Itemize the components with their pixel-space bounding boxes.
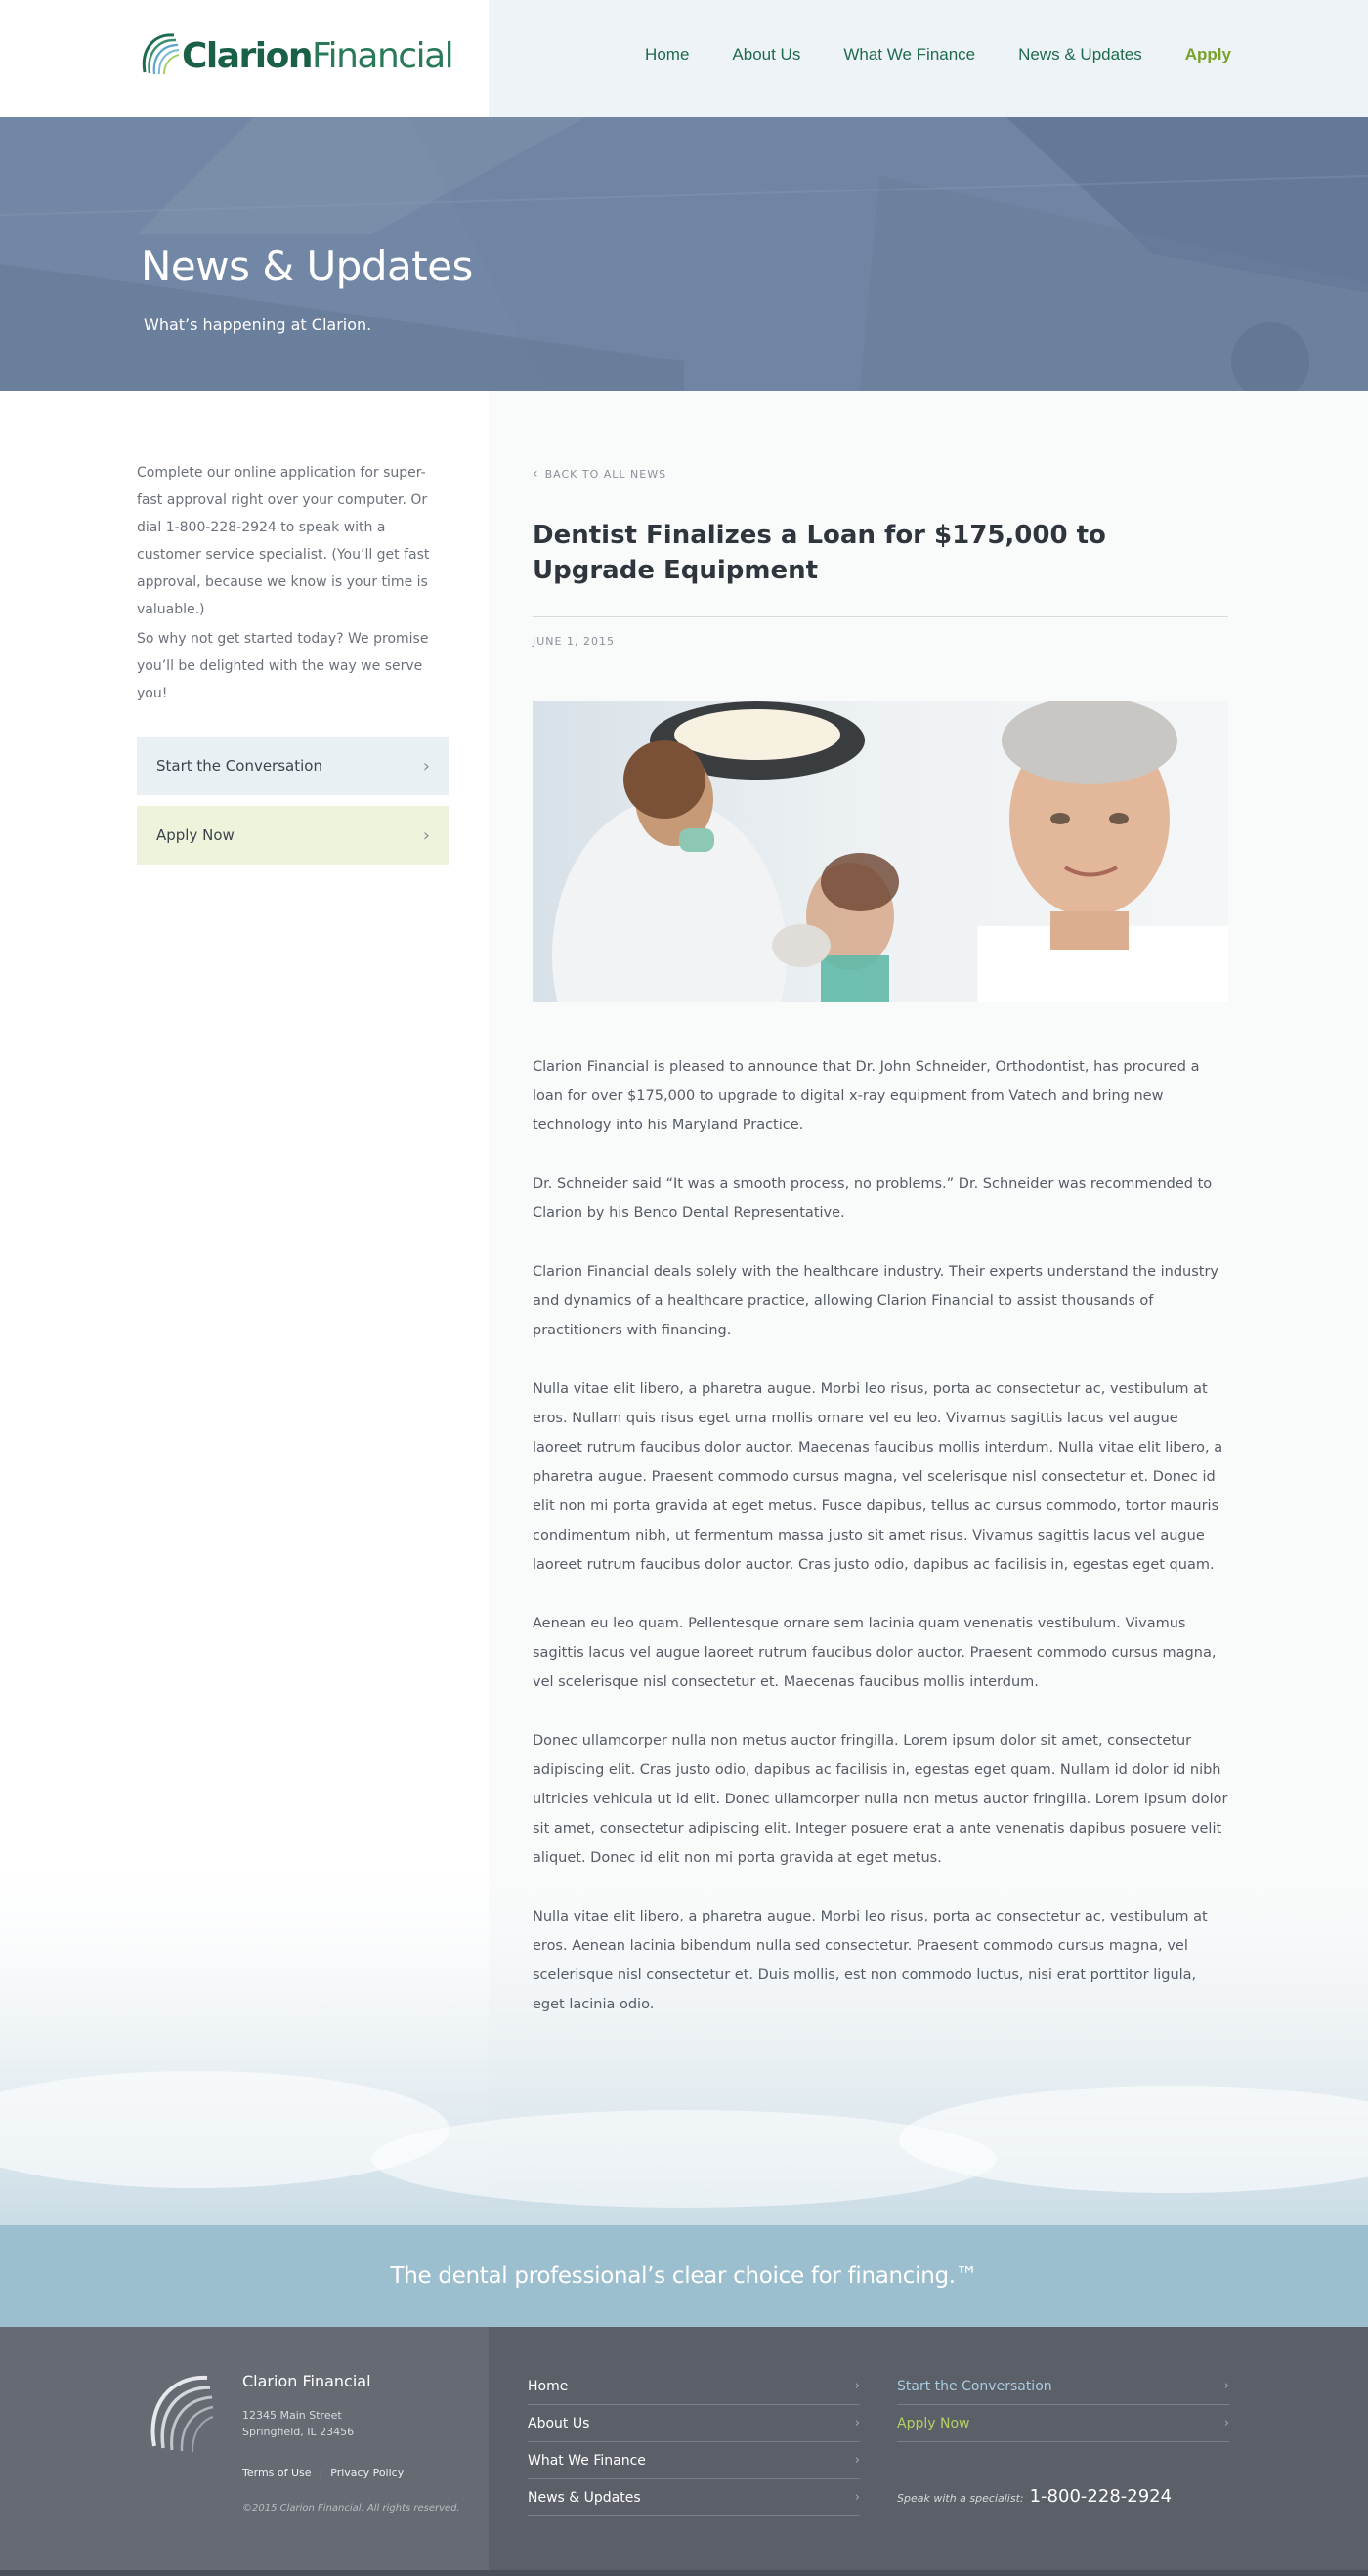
chevron-right-icon: › [422, 755, 430, 777]
article-paragraph: Donec ullamcorper nulla non metus auctor… [533, 1733, 1228, 1866]
footer-cta-label: Apply Now [897, 2415, 970, 2431]
main-nav: Home About Us What We Finance News & Upd… [645, 45, 1231, 64]
swoosh-logo-icon [142, 33, 180, 75]
footer-link-about-us[interactable]: About Us › [528, 2405, 860, 2442]
footer-link-label: About Us [528, 2415, 590, 2431]
footer-link-label: Home [528, 2378, 569, 2394]
chevron-right-icon: › [854, 2379, 860, 2393]
tagline-text: The dental professional’s clear choice f… [390, 2263, 978, 2289]
chevron-left-icon: ‹ [533, 466, 539, 482]
article-paragraph: Dr. Schneider said “It was a smooth proc… [533, 1176, 1213, 1221]
privacy-policy-link[interactable]: Privacy Policy [330, 2467, 404, 2479]
nav-apply[interactable]: Apply [1185, 45, 1231, 64]
apply-now-label: Apply Now [156, 826, 235, 844]
footer-link-home[interactable]: Home › [528, 2368, 860, 2405]
page-title: News & Updates [141, 242, 473, 290]
start-conversation-label: Start the Conversation [156, 757, 322, 775]
chevron-right-icon: › [1223, 2416, 1229, 2430]
chevron-right-icon: › [854, 2416, 860, 2430]
hero-banner: News & Updates What’s happening at Clari… [0, 117, 1368, 391]
nav-home[interactable]: Home [645, 45, 689, 64]
footer-bottom-strip [0, 2570, 1368, 2576]
tagline-banner: The dental professional’s clear choice f… [0, 2225, 1368, 2327]
swoosh-logo-icon [150, 2375, 214, 2453]
footer-company-name: Clarion Financial [242, 2372, 371, 2390]
nav-news-updates[interactable]: News & Updates [1018, 45, 1142, 64]
chevron-right-icon: › [1223, 2379, 1229, 2393]
sidebar-intro-text: Complete our online application for supe… [137, 465, 430, 617]
start-conversation-button[interactable]: Start the Conversation › [137, 737, 449, 795]
nav-about-us[interactable]: About Us [732, 45, 800, 64]
footer-link-news-updates[interactable]: News & Updates › [528, 2479, 860, 2516]
site-footer: Clarion Financial 12345 Main Street Spri… [0, 2327, 1368, 2576]
nav-what-we-finance[interactable]: What We Finance [843, 45, 975, 64]
footer-cta-links: Start the Conversation › Apply Now › [897, 2368, 1229, 2442]
footer-phone: Speak with a specialist: 1-800-228-2924 [897, 2486, 1172, 2507]
apply-now-button[interactable]: Apply Now › [137, 806, 449, 865]
article-body: Clarion Financial is pleased to announce… [533, 1052, 1228, 2048]
article-paragraph: Aenean eu leo quam. Pellentesque ornare … [533, 1616, 1217, 1690]
article-paragraph: Clarion Financial is pleased to announce… [533, 1059, 1200, 1133]
article-paragraph: Clarion Financial deals solely with the … [533, 1264, 1218, 1338]
footer-address-line2: Springfield, IL 23456 [242, 2426, 355, 2438]
terms-of-use-link[interactable]: Terms of Use [242, 2467, 312, 2479]
phone-label: Speak with a specialist: [897, 2492, 1024, 2505]
title-divider [533, 616, 1228, 617]
site-header: ClarionFinancial Home About Us What We F… [0, 0, 1368, 117]
footer-link-label: What We Finance [528, 2452, 646, 2469]
logo-wordmark: ClarionFinancial [182, 35, 454, 76]
footer-nav: Home › About Us › What We Finance › News… [528, 2368, 860, 2516]
main-content: Complete our online application for supe… [0, 391, 1368, 2227]
footer-copyright: ©2015 Clarion Financial. All rights rese… [242, 2503, 460, 2513]
article-paragraph: Nulla vitae elit libero, a pharetra augu… [533, 1909, 1208, 2012]
article-date: JUNE 1, 2015 [533, 635, 615, 648]
chevron-right-icon: › [854, 2453, 860, 2468]
article-photo [533, 701, 1228, 1002]
footer-start-conversation-link[interactable]: Start the Conversation › [897, 2368, 1229, 2405]
sidebar-cta-text: So why not get started today? We promise… [137, 631, 429, 701]
footer-address-line1: 12345 Main Street [242, 2409, 342, 2422]
footer-cta-label: Start the Conversation [897, 2378, 1052, 2394]
site-logo[interactable]: ClarionFinancial [135, 25, 454, 86]
chevron-right-icon: › [854, 2490, 860, 2505]
phone-number-link[interactable]: 1-800-228-2924 [1030, 2486, 1172, 2507]
footer-legal-links: Terms of Use | Privacy Policy [242, 2467, 404, 2479]
article-paragraph: Nulla vitae elit libero, a pharetra augu… [533, 1381, 1223, 1573]
footer-apply-now-link[interactable]: Apply Now › [897, 2405, 1229, 2442]
footer-link-what-we-finance[interactable]: What We Finance › [528, 2442, 860, 2479]
footer-link-label: News & Updates [528, 2489, 641, 2506]
article-title: Dentist Finalizes a Loan for $175,000 to… [533, 521, 1106, 585]
back-to-all-news-link[interactable]: ‹ BACK TO ALL NEWS [533, 466, 666, 482]
legal-separator: | [319, 2467, 323, 2479]
back-to-all-news-label: BACK TO ALL NEWS [544, 467, 667, 481]
page-subtitle: What’s happening at Clarion. [144, 316, 372, 334]
dentist-photo-illustration [533, 701, 1228, 1002]
footer-brand-area [0, 2327, 489, 2576]
chevron-right-icon: › [422, 824, 430, 846]
